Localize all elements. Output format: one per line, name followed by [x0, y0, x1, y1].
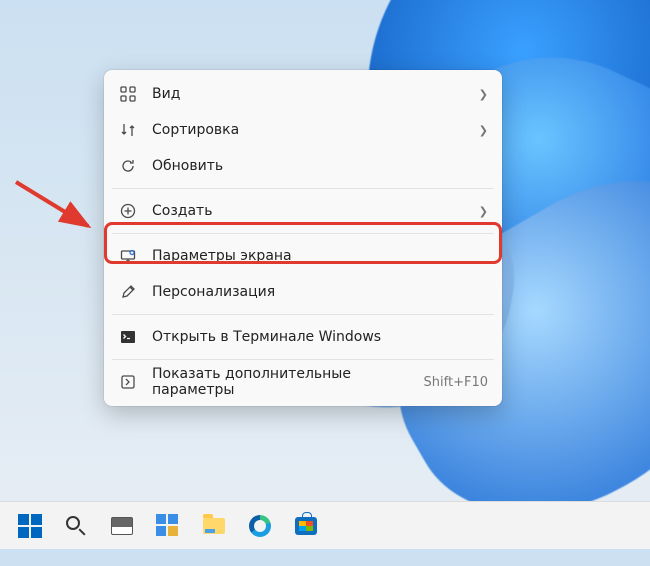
chevron-right-icon: ❯ — [471, 88, 488, 101]
menu-item-new[interactable]: Создать ❯ — [104, 193, 502, 229]
terminal-icon — [118, 327, 138, 347]
file-explorer-icon — [203, 518, 225, 534]
taskbar — [0, 501, 650, 549]
menu-label: Вид — [152, 86, 471, 102]
menu-item-show-more-options[interactable]: Показать дополнительные параметры Shift+… — [104, 364, 502, 400]
menu-separator — [112, 359, 494, 360]
store-icon — [295, 517, 317, 535]
menu-item-personalize[interactable]: Персонализация — [104, 274, 502, 310]
edge-icon — [249, 515, 271, 537]
menu-label: Персонализация — [152, 284, 488, 300]
menu-separator — [112, 314, 494, 315]
annotation-arrow — [10, 174, 98, 238]
menu-label: Сортировка — [152, 122, 471, 138]
chevron-right-icon: ❯ — [471, 124, 488, 137]
widgets-icon — [156, 514, 180, 538]
menu-item-open-terminal[interactable]: Открыть в Терминале Windows — [104, 319, 502, 355]
menu-item-view[interactable]: Вид ❯ — [104, 76, 502, 112]
menu-separator — [112, 188, 494, 189]
microsoft-store-button[interactable] — [286, 506, 326, 546]
personalize-icon — [118, 282, 138, 302]
menu-label: Обновить — [152, 158, 488, 174]
new-icon — [118, 201, 138, 221]
task-view-button[interactable] — [102, 506, 142, 546]
menu-shortcut: Shift+F10 — [416, 375, 488, 390]
more-options-icon — [118, 372, 138, 392]
search-icon — [64, 514, 88, 538]
edge-button[interactable] — [240, 506, 280, 546]
menu-label: Открыть в Терминале Windows — [152, 329, 488, 345]
display-settings-icon — [118, 246, 138, 266]
menu-separator — [112, 233, 494, 234]
sort-icon — [118, 120, 138, 140]
menu-label: Параметры экрана — [152, 248, 488, 264]
menu-label: Создать — [152, 203, 471, 219]
view-icon — [118, 84, 138, 104]
menu-label: Показать дополнительные параметры — [152, 366, 416, 398]
menu-item-sort[interactable]: Сортировка ❯ — [104, 112, 502, 148]
menu-item-display-settings[interactable]: Параметры экрана — [104, 238, 502, 274]
refresh-icon — [118, 156, 138, 176]
menu-item-refresh[interactable]: Обновить — [104, 148, 502, 184]
start-button[interactable] — [10, 506, 50, 546]
windows-logo-icon — [18, 514, 42, 538]
chevron-right-icon: ❯ — [471, 205, 488, 218]
search-button[interactable] — [56, 506, 96, 546]
widgets-button[interactable] — [148, 506, 188, 546]
desktop-context-menu: Вид ❯ Сортировка ❯ Обновить Создать ❯ Па… — [104, 70, 502, 406]
task-view-icon — [111, 517, 133, 535]
file-explorer-button[interactable] — [194, 506, 234, 546]
